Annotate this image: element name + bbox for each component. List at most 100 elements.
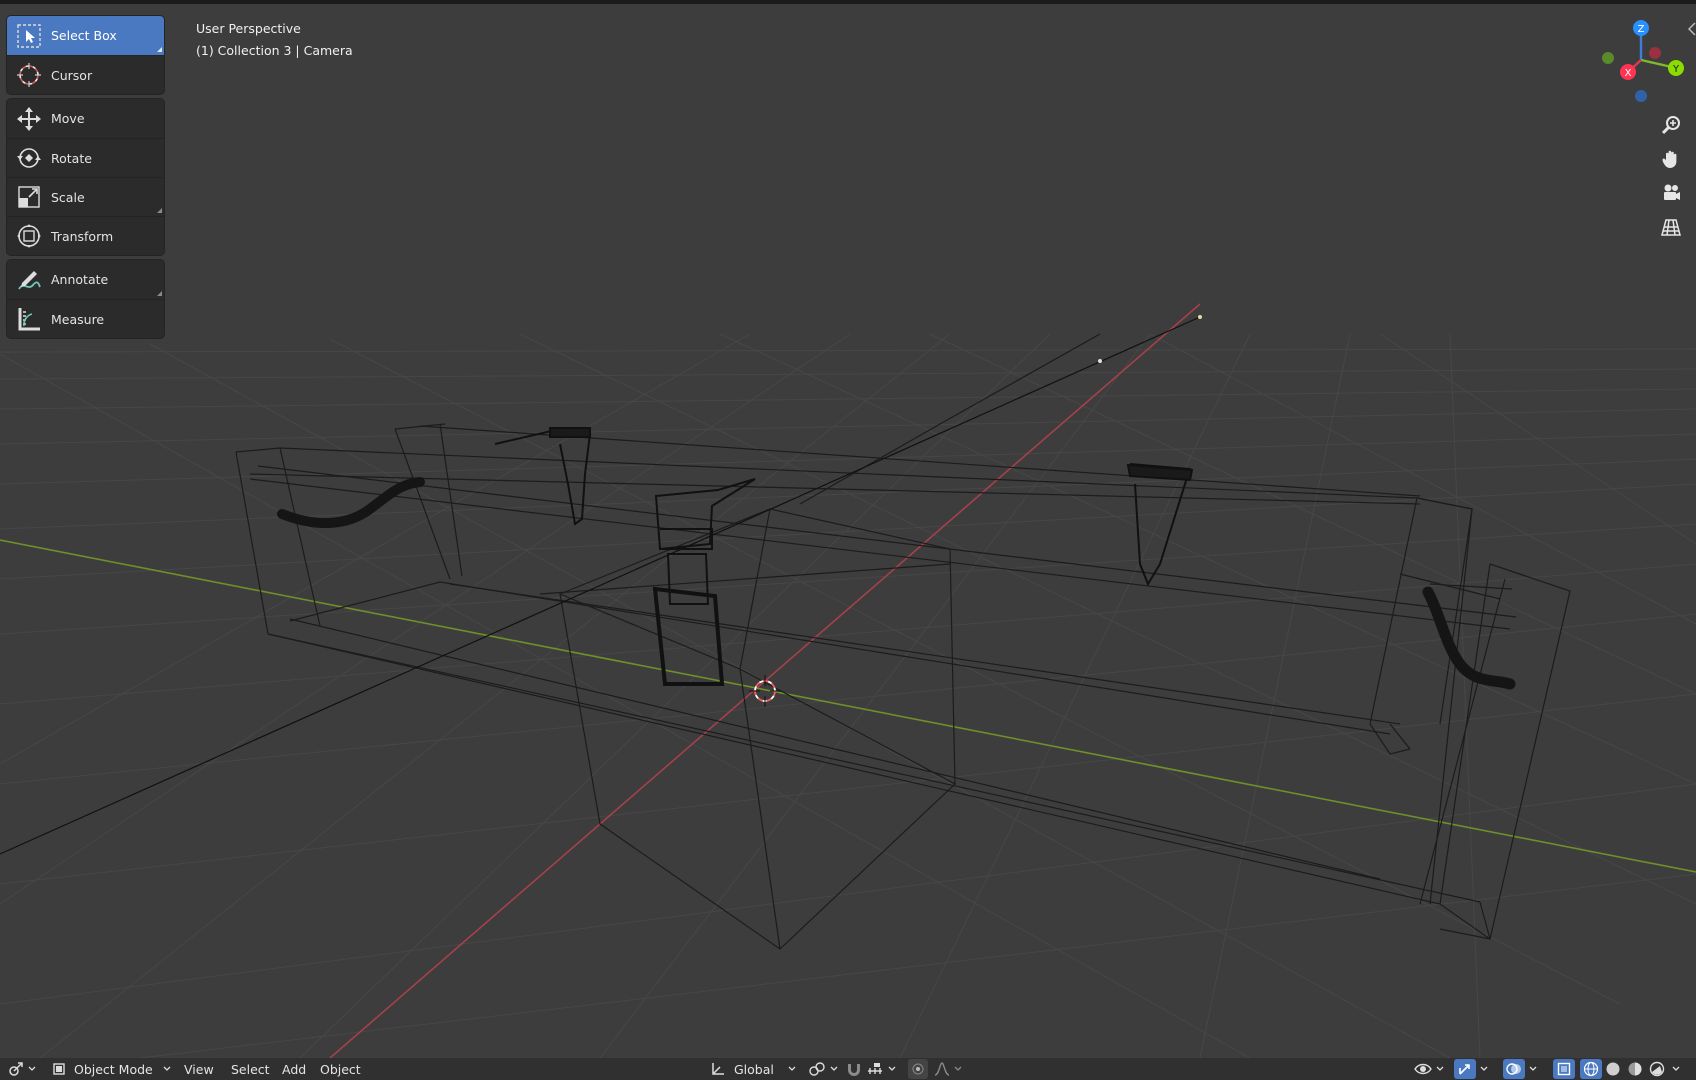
transform-tool[interactable]: Transform [7,216,164,255]
svg-text:Y: Y [1672,64,1680,75]
chevron-down-icon [830,1066,838,1071]
chevron-down-icon [954,1066,962,1071]
3d-viewport[interactable]: User Perspective (1) Collection 3 | Came… [0,4,1696,1058]
transform-icon [7,217,51,256]
pan-button[interactable] [1657,145,1685,173]
projection-toggle-button[interactable] [1657,213,1685,241]
scale-tool[interactable]: Scale [7,177,164,216]
transform-tools-group: Move Rotate Scale Transform [7,99,164,255]
gizmo-arrows-icon [1459,1064,1470,1075]
move-label: Move [51,111,85,126]
tool-variants-corner [157,208,162,213]
annotate-label: Annotate [51,272,109,287]
annotate-icon [7,260,51,299]
cursor-label: Cursor [51,67,93,83]
xray-icon [1557,1062,1571,1076]
3d-viewport-editor-icon [9,1062,23,1076]
move-icon [7,99,51,138]
snap-increment-icon [868,1063,882,1074]
zoom-icon [1661,116,1680,135]
menu-view[interactable]: View [178,1058,220,1080]
overlays-toggle[interactable] [1503,1058,1537,1080]
pivot-point-dropdown[interactable] [808,1058,838,1080]
editor-type-dropdown[interactable] [8,1058,36,1080]
chevron-down-icon[interactable] [1672,1066,1680,1072]
chevron-down-icon [1436,1066,1444,1071]
chevron-down-icon[interactable] [1480,1066,1488,1072]
rotate-tool[interactable]: Rotate [7,138,164,177]
wireframe-sphere-icon [1583,1061,1599,1077]
camera-point [1198,315,1202,319]
viewport-info: User Perspective (1) Collection 3 | Came… [196,18,353,62]
tool-variants-corner [157,291,162,296]
rendered-sphere-icon [1649,1061,1665,1077]
left-rope-handle [277,477,425,529]
negative-y-axis-handle[interactable] [1602,52,1614,64]
tool-variants-corner [157,47,162,52]
mode-dropdown[interactable]: Object Mode [52,1058,171,1080]
eye-icon [1414,1063,1432,1075]
solid-shading-button[interactable] [1602,1059,1624,1079]
visibility-dropdown[interactable] [1414,1058,1444,1080]
chevron-down-icon [163,1066,171,1071]
transform-orientation-dropdown[interactable]: Global [710,1058,796,1080]
measure-label: Measure [51,311,105,327]
floor-grid [0,333,1696,1058]
object-mode-icon [53,1063,65,1075]
rotate-icon [7,139,51,178]
move-tool[interactable]: Move [7,99,164,138]
view-name: User Perspective [196,21,301,36]
light-point [1098,359,1102,363]
snap-target-dropdown[interactable] [866,1058,896,1080]
y-axis-handle[interactable]: Y [1668,60,1684,76]
cursor-icon [7,56,51,95]
zoom-button[interactable] [1657,111,1685,139]
xray-toggle[interactable] [1553,1058,1575,1080]
3d-cursor[interactable] [749,675,781,707]
measure-tool[interactable]: Measure [7,299,164,338]
camera-view-button[interactable] [1657,179,1685,207]
orientation-label: Global [734,1061,774,1077]
sidebar-collapse-arrow-icon[interactable] [1688,22,1696,36]
material-preview-button[interactable] [1624,1059,1646,1079]
select-tools-group: Select Box Cursor [7,16,164,94]
annotation-tools-group: Annotate Measure [7,260,164,338]
rendered-shading-button[interactable] [1646,1059,1668,1079]
select-box-tool[interactable]: Select Box [7,16,164,55]
negative-z-axis-handle[interactable] [1635,90,1647,102]
svg-text:X: X [1625,68,1632,79]
scale-label: Scale [51,189,85,205]
pivot-point-icon [809,1062,825,1076]
menu-object[interactable]: Object [314,1058,367,1080]
select-box-label: Select Box [51,28,117,43]
hand-icon [1662,150,1677,168]
negative-x-axis-handle[interactable] [1649,47,1661,59]
rotate-label: Rotate [51,150,92,166]
material-sphere-icon [1628,1062,1642,1076]
orientation-axes-icon [712,1063,724,1075]
x-axis-handle[interactable]: X [1620,64,1636,80]
snapping-toggle[interactable] [845,1058,863,1080]
menu-add[interactable]: Add [276,1058,312,1080]
wireframe-shading-button[interactable] [1580,1059,1602,1079]
svg-text:Z: Z [1638,24,1645,35]
proportional-editing-toggle[interactable] [908,1058,928,1080]
annotate-tool[interactable]: Annotate [7,260,164,299]
proportional-editing-icon [912,1063,924,1075]
proportional-falloff-dropdown[interactable] [934,1058,962,1080]
gizmos-toggle[interactable] [1454,1058,1488,1080]
scene-canvas[interactable] [0,4,1696,1058]
menu-select[interactable]: Select [225,1058,276,1080]
chest-wireframe [235,333,1571,950]
measure-icon [7,300,51,339]
chevron-down-icon [888,1066,896,1071]
active-object-info: (1) Collection 3 | Camera [196,43,353,58]
camera-icon [1664,184,1680,200]
chevron-down-icon[interactable] [1529,1066,1537,1072]
chevron-down-icon [28,1066,36,1071]
select-box-icon [7,16,51,55]
camera-target-line [0,316,1201,855]
navigation-gizmo[interactable]: Z Y X [1592,16,1688,112]
z-axis-handle[interactable]: Z [1633,20,1649,36]
cursor-tool[interactable]: Cursor [7,55,164,94]
